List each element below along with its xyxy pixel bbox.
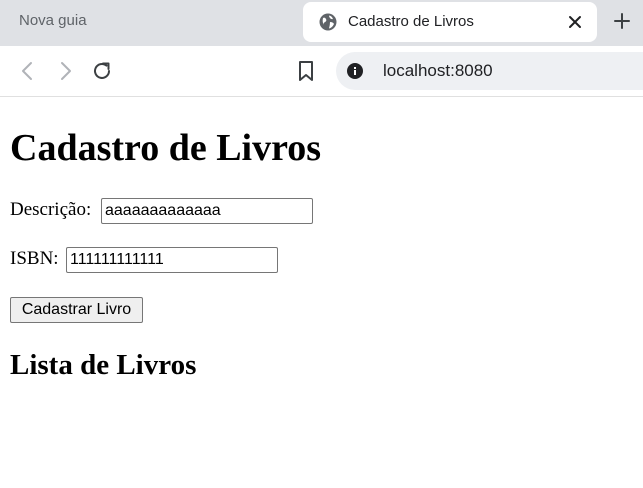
reload-icon[interactable] [90, 59, 114, 83]
info-icon[interactable] [347, 63, 363, 79]
arrow-right-icon[interactable] [53, 59, 77, 83]
globe-icon [319, 13, 337, 31]
address-bar[interactable]: localhost:8080 [336, 52, 643, 90]
list-heading: Lista de Livros [10, 349, 197, 381]
bookmark-icon[interactable] [295, 59, 317, 83]
tab-label: Cadastro de Livros [348, 13, 474, 30]
tab-cadastro-de-livros[interactable]: Cadastro de Livros [303, 2, 597, 42]
descricao-input[interactable] [101, 198, 313, 224]
descricao-label: Descrição: [10, 199, 92, 220]
tab-strip: Nova guia Cadastro de Livros [0, 0, 643, 46]
url-text: localhost:8080 [383, 61, 493, 80]
page-title: Cadastro de Livros [10, 127, 322, 169]
isbn-label: ISBN: [10, 248, 59, 269]
tab-label: Nova guia [19, 12, 87, 29]
arrow-left-icon[interactable] [16, 59, 40, 83]
plus-icon[interactable] [612, 11, 632, 31]
tab-nova-guia[interactable]: Nova guia [19, 12, 87, 29]
cadastrar-livro-button[interactable]: Cadastrar Livro [10, 297, 143, 323]
close-icon[interactable] [567, 14, 583, 30]
page-content: Cadastro de Livros Descrição: ISBN: Cada… [0, 97, 643, 488]
browser-window: Nova guia Cadastro de Livros localhost:8… [0, 0, 643, 488]
browser-toolbar: localhost:8080 [0, 46, 643, 97]
isbn-input[interactable] [66, 247, 278, 273]
